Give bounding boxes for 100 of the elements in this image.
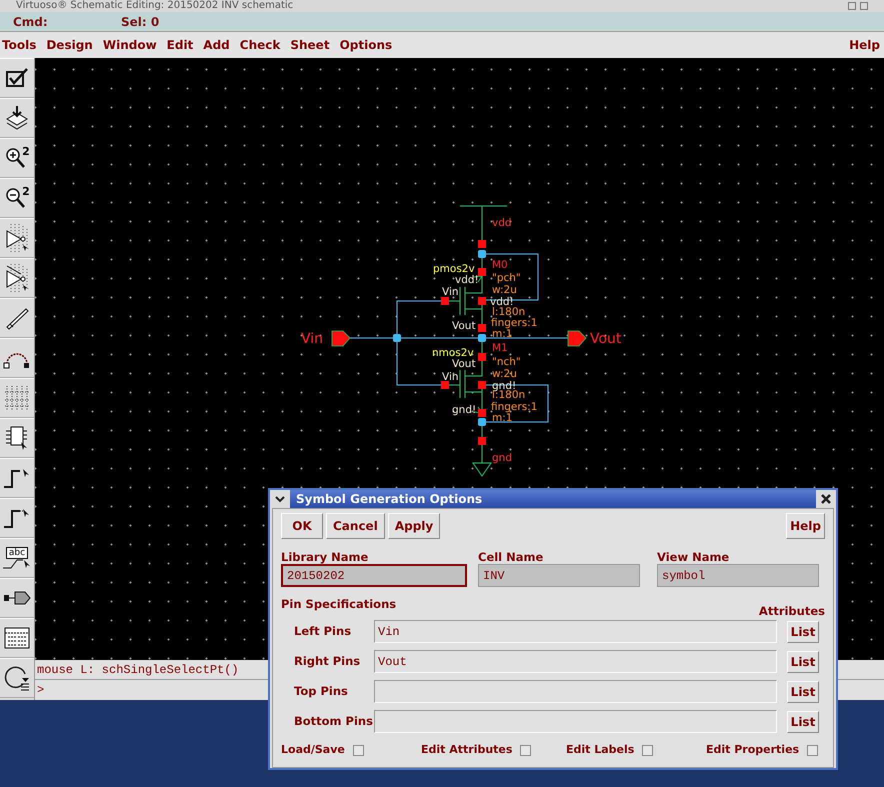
pin-icon	[3, 590, 31, 606]
tool-button[interactable]	[0, 298, 34, 338]
dialog-button[interactable]: OK	[281, 513, 323, 539]
help-button[interactable]: Help	[786, 513, 825, 539]
list-button[interactable]: List	[787, 680, 819, 703]
terminal-label: Vout	[452, 358, 476, 370]
menu-item[interactable]: Check	[240, 36, 280, 54]
tool-button[interactable]: abc	[0, 538, 34, 578]
menu-item[interactable]: Tools	[2, 36, 36, 54]
tool-button[interactable]	[0, 58, 34, 98]
checkbox[interactable]	[352, 744, 364, 756]
field-label: Bottom Pins	[293, 713, 374, 730]
menu-item[interactable]: Sheet	[290, 36, 330, 54]
property-label: "nch"	[492, 356, 521, 368]
maximize-icon[interactable]	[860, 2, 868, 10]
tool-button[interactable]	[0, 578, 34, 618]
tool-button[interactable]	[0, 658, 34, 698]
net-label: gnd	[492, 452, 512, 464]
repeat-icon	[3, 664, 31, 692]
text-field[interactable]	[374, 710, 777, 734]
net-label: vdd	[492, 217, 512, 229]
close-icon	[821, 494, 831, 504]
window-title: Virtuoso® Schematic Editing: 20150202 INV schematic	[16, 0, 294, 12]
field-label: Library Name	[281, 550, 370, 564]
tool-button[interactable]	[0, 218, 34, 258]
cell-name: pmos2v	[433, 263, 475, 275]
terminal-label: vdd!	[455, 274, 479, 286]
minimize-icon[interactable]	[848, 2, 856, 10]
terminal-label: gnd!	[452, 404, 476, 416]
field-label: Cell Name	[478, 550, 544, 564]
option-label: Edit Properties	[706, 742, 800, 758]
tool-button[interactable]	[0, 378, 34, 418]
option-label: Edit Attributes	[421, 742, 512, 758]
prompt-text: >	[37, 682, 44, 699]
tool-button[interactable]	[0, 418, 34, 458]
checkbox-icon	[5, 66, 29, 90]
tool-button[interactable]	[0, 458, 34, 498]
property-label: l:180n	[492, 389, 526, 401]
text-field[interactable]	[374, 680, 777, 704]
field-label: View Name	[657, 550, 730, 564]
dialog-button[interactable]: Cancel	[326, 513, 385, 539]
dialog-button[interactable]: Apply	[388, 513, 440, 539]
option-label: Load/Save	[281, 742, 345, 758]
pin-label: Vin	[301, 331, 324, 347]
table-icon	[4, 626, 30, 650]
menu-item[interactable]: Add	[203, 36, 230, 54]
dialog-title: Symbol Generation Options	[296, 491, 482, 508]
tool-button[interactable]	[0, 258, 34, 298]
input-pin-icon	[332, 330, 351, 346]
option-label: Edit Labels	[566, 742, 634, 758]
instance-name: M1	[492, 342, 508, 354]
menu-item[interactable]: Window	[102, 36, 157, 54]
menu-item[interactable]: Edit	[166, 36, 194, 54]
text-field[interactable]: 20150202	[281, 564, 467, 587]
property-label: m:1	[492, 412, 512, 424]
checkbox[interactable]	[520, 744, 532, 756]
tool-button[interactable]: 2	[0, 178, 34, 218]
checkbox[interactable]	[807, 744, 818, 756]
list-button[interactable]: List	[787, 650, 819, 673]
chevron-down-icon	[275, 496, 285, 502]
pin-label: Vout	[590, 331, 622, 347]
tool-button[interactable]	[0, 98, 34, 138]
text-field[interactable]: Vout	[374, 650, 777, 674]
terminal-label: Vin	[442, 286, 459, 298]
text-field[interactable]: INV	[478, 564, 640, 587]
menu-item[interactable]: Help	[849, 36, 880, 54]
menu-item[interactable]: Options	[340, 36, 392, 54]
terminal-label: Vin	[442, 371, 459, 383]
command-status: Cmd:	[13, 14, 49, 30]
property-label: m:1	[492, 328, 512, 340]
list-button[interactable]: List	[787, 710, 819, 733]
property-label: fingers:1	[491, 317, 538, 329]
terminal-label: Vout	[452, 320, 476, 332]
tool-button[interactable]: 2	[0, 138, 34, 178]
property-label: fingers:1	[491, 401, 538, 413]
tool-button[interactable]	[0, 618, 34, 658]
section-heading: Pin Specifications	[281, 596, 396, 613]
field-label: Top Pins	[293, 683, 349, 700]
property-label: l:180n	[492, 306, 526, 318]
output-pin-icon	[568, 330, 587, 346]
property-label: "pch"	[492, 272, 521, 284]
close-button[interactable]	[816, 490, 836, 508]
list-button[interactable]: List	[787, 620, 819, 643]
property-label: w:2u	[492, 284, 517, 296]
text-field[interactable]: Vin	[374, 620, 777, 644]
layers-icon	[4, 105, 30, 131]
field-label: Left Pins	[293, 623, 352, 640]
column-heading: Attributes	[758, 603, 825, 620]
checkbox[interactable]	[642, 744, 654, 756]
window-menu-button[interactable]	[270, 490, 290, 508]
tool-button[interactable]	[0, 498, 34, 538]
selection-count: Sel: 0	[121, 14, 160, 30]
text-field[interactable]: symbol	[657, 564, 819, 587]
cell-name: nmos2v	[432, 347, 474, 359]
message-text: mouse L: schSingleSelectPt()	[37, 662, 239, 678]
instance-name: M0	[492, 259, 508, 271]
property-label: w:2u	[492, 368, 517, 380]
chip-icon	[4, 424, 30, 452]
menu-item[interactable]: Design	[46, 36, 93, 54]
tool-button[interactable]	[0, 338, 34, 378]
